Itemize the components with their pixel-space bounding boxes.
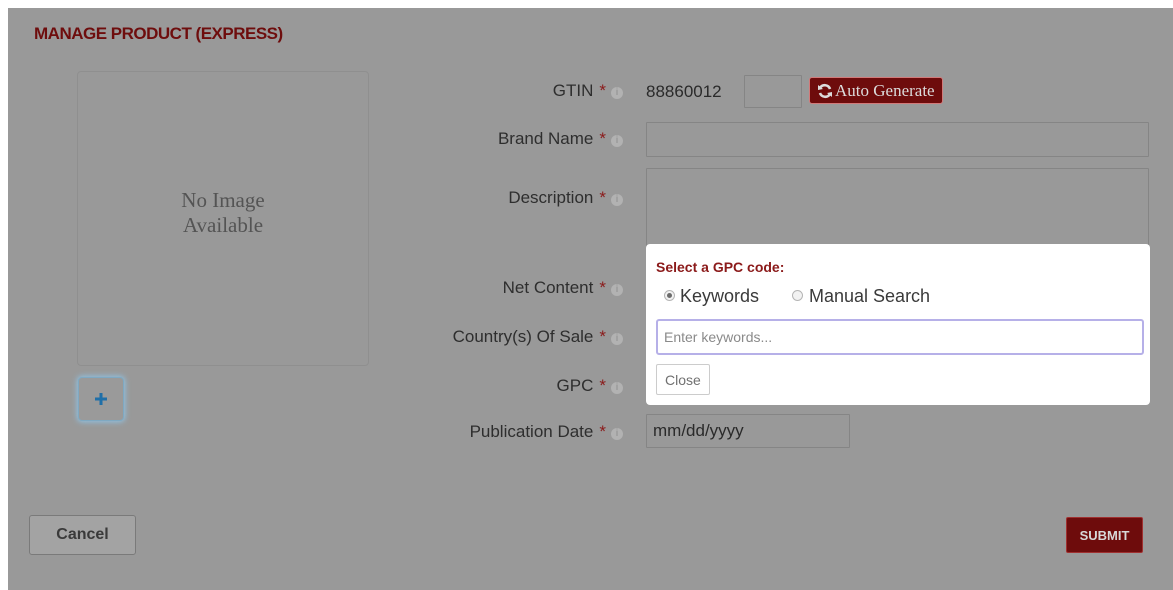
add-image-button[interactable] (78, 377, 124, 421)
gpc-code-popup: Select a GPC code: Keywords Manual Searc… (646, 244, 1150, 405)
brand-name-label-row: Brand Name * i (498, 129, 623, 149)
required-marker: * (599, 422, 606, 441)
keywords-search-input[interactable] (656, 319, 1144, 355)
gpc-label-row: GPC * i (557, 376, 623, 396)
modal-backdrop: MANAGE PRODUCT (EXPRESS) No Image Availa… (8, 8, 1173, 590)
cancel-button[interactable]: Cancel (29, 515, 136, 555)
close-button[interactable]: Close (656, 364, 710, 395)
info-icon[interactable]: i (611, 194, 623, 206)
required-marker: * (599, 278, 606, 297)
required-marker: * (599, 327, 606, 346)
required-marker: * (599, 188, 606, 207)
gtin-label: GTIN (552, 81, 594, 100)
info-icon[interactable]: i (611, 87, 623, 99)
gtin-label-row: GTIN * i (553, 81, 623, 101)
brand-name-label: Brand Name (497, 129, 594, 148)
refresh-icon (818, 83, 832, 98)
no-image-line-2: Available (182, 213, 264, 237)
manual-search-radio[interactable] (792, 290, 803, 301)
info-icon[interactable]: i (611, 135, 623, 147)
description-label-row: Description * i (508, 188, 623, 208)
net-content-label-row: Net Content * i (503, 278, 623, 298)
required-marker: * (599, 376, 606, 395)
no-image-text: No Image Available (78, 188, 368, 238)
auto-generate-label: Auto Generate (835, 80, 935, 100)
gpc-label: GPC (556, 376, 594, 395)
auto-generate-button[interactable]: Auto Generate (809, 77, 943, 104)
page-title: MANAGE PRODUCT (EXPRESS) (34, 24, 283, 43)
countries-of-sale-label: Country(s) Of Sale (452, 327, 594, 346)
publication-date-input[interactable] (646, 414, 850, 448)
no-image-line-1: No Image (181, 188, 265, 212)
plus-icon (95, 393, 107, 405)
submit-button[interactable]: SUBMIT (1066, 517, 1143, 553)
publication-date-label: Publication Date (469, 422, 594, 441)
brand-name-input[interactable] (646, 122, 1149, 157)
countries-of-sale-label-row: Country(s) Of Sale * i (453, 327, 623, 347)
info-icon[interactable]: i (611, 333, 623, 345)
product-image-placeholder: No Image Available (77, 71, 369, 366)
publication-date-label-row: Publication Date * i (470, 422, 623, 442)
gtin-prefix: 88860012 (646, 82, 722, 101)
required-marker: * (599, 81, 606, 100)
description-label: Description (508, 188, 594, 207)
net-content-label: Net Content (502, 278, 594, 297)
info-icon[interactable]: i (611, 284, 623, 296)
required-marker: * (599, 129, 606, 148)
keywords-radio-label[interactable]: Keywords (680, 286, 759, 307)
info-icon[interactable]: i (611, 382, 623, 394)
manual-search-radio-label[interactable]: Manual Search (809, 286, 930, 307)
gtin-check-digit-input[interactable] (744, 75, 802, 108)
keywords-radio[interactable] (664, 290, 675, 301)
info-icon[interactable]: i (611, 428, 623, 440)
description-textarea[interactable] (646, 168, 1149, 248)
popup-title: Select a GPC code: (656, 259, 785, 275)
